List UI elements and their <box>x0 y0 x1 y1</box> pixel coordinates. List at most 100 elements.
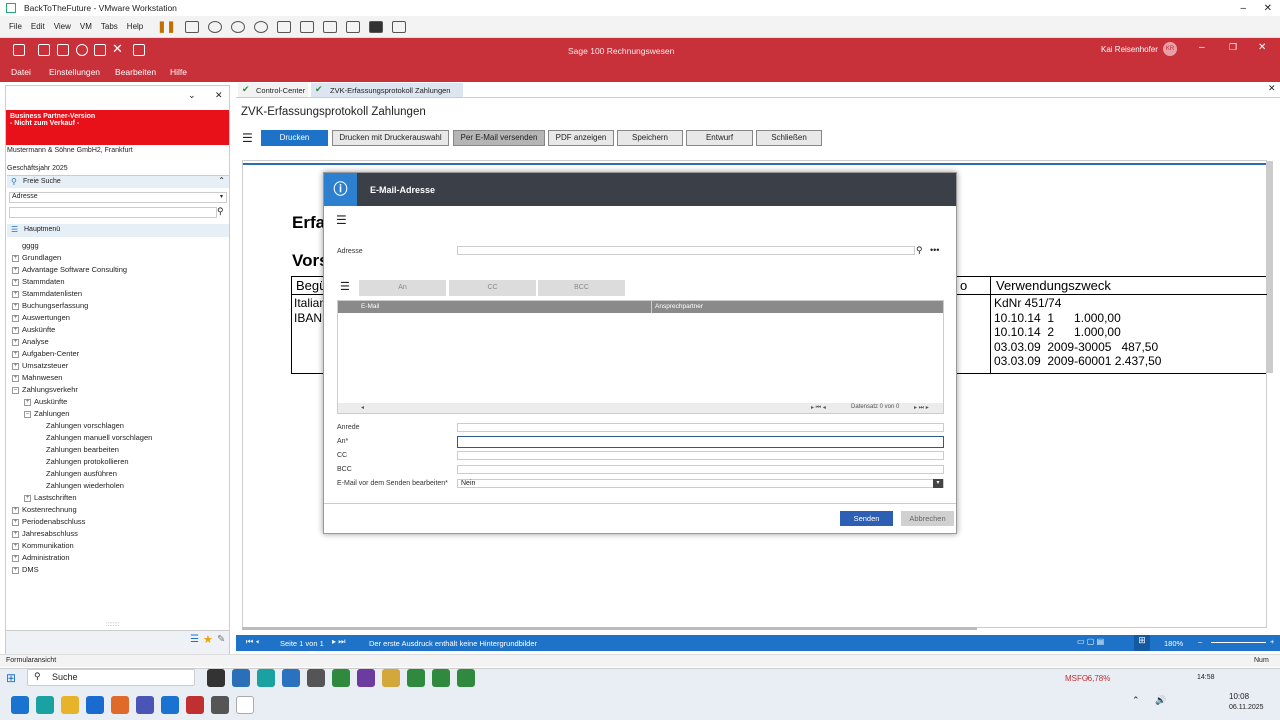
tab-cc[interactable]: CC <box>449 280 536 296</box>
tree-expand-icon[interactable]: + <box>12 555 19 562</box>
zoom-in-icon[interactable]: + <box>1270 637 1274 646</box>
tree-item[interactable]: Analyse <box>22 337 49 346</box>
stretch-icon[interactable] <box>391 20 406 33</box>
search-section-header[interactable]: ⚲ Freie Suche ⌃ <box>7 175 229 188</box>
tree-item[interactable]: Zahlungsverkehr <box>22 385 78 394</box>
tree-expand-icon[interactable]: + <box>12 507 19 514</box>
tree-expand-icon[interactable]: + <box>12 531 19 538</box>
tab-bcc[interactable]: BCC <box>538 280 625 296</box>
chevron-up-icon[interactable]: ⌃ <box>218 176 225 185</box>
horizontal-scrollbar[interactable] <box>242 627 977 630</box>
tree-expand-icon[interactable]: – <box>24 411 31 418</box>
tree-item[interactable]: Zahlungen ausführen <box>46 469 117 478</box>
edit-before-send-select[interactable]: Nein ▾ <box>457 479 944 488</box>
vs-icon[interactable] <box>357 669 375 687</box>
app-icon-4[interactable] <box>382 669 400 687</box>
unity-icon[interactable] <box>345 20 360 33</box>
next-page-icon[interactable]: ▸ ⏭ <box>332 637 345 647</box>
save-button[interactable]: Speichern <box>617 130 683 146</box>
settings-icon[interactable] <box>211 696 229 714</box>
close-all-icon[interactable]: ✕ <box>112 41 123 57</box>
tree-item[interactable]: Kommunikation <box>22 541 74 550</box>
sage-icon-3[interactable] <box>457 669 475 687</box>
tree-expand-icon[interactable]: + <box>12 279 19 286</box>
tree-item[interactable]: Zahlungen manuell vorschlagen <box>46 433 152 442</box>
tree-item[interactable]: Auswertungen <box>22 313 70 322</box>
edge-icon[interactable] <box>36 696 54 714</box>
tree-expand-icon[interactable]: + <box>12 519 19 526</box>
menu-tabs[interactable]: Tabs <box>101 22 118 31</box>
tree-expand-icon[interactable]: + <box>12 375 19 382</box>
col-email[interactable]: E-Mail <box>361 303 379 310</box>
tree-expand-icon[interactable]: + <box>12 267 19 274</box>
tree-item[interactable]: gggg <box>22 241 39 250</box>
sage-menu-hilfe[interactable]: Hilfe <box>170 67 187 77</box>
resize-handle[interactable]: :::::::: <box>106 622 119 628</box>
search-icon[interactable]: ⚲ <box>916 245 923 256</box>
avatar[interactable]: KR <box>1163 42 1177 56</box>
tree-item[interactable]: Stammdatenlisten <box>22 289 82 298</box>
sage-minimize[interactable]: – <box>1199 42 1205 53</box>
tree-item[interactable]: Advantage Software Consulting <box>22 265 127 274</box>
windows-icon[interactable] <box>11 696 29 714</box>
tree-item[interactable]: Buchungserfassung <box>22 301 88 310</box>
windows-start-icon[interactable]: ⊞ <box>6 671 16 685</box>
close-tab-icon[interactable]: ✕ <box>1268 83 1276 94</box>
tab-control-center[interactable]: ✔ Control-Center <box>238 83 308 97</box>
star-icon[interactable]: ★ <box>203 633 213 646</box>
tree-item[interactable]: Grundlagen <box>22 253 61 262</box>
zoom-slider[interactable] <box>1211 642 1266 643</box>
scroll-left-icon[interactable]: ◂ <box>361 404 364 411</box>
sage-icon-2[interactable] <box>432 669 450 687</box>
search-button-icon[interactable]: ⚲ <box>217 206 224 217</box>
tree-item[interactable]: Lastschriften <box>34 493 77 502</box>
tree-item[interactable]: Zahlungen wiederholen <box>46 481 124 490</box>
list-menu-icon[interactable]: ☰ <box>340 280 350 293</box>
outlook-icon[interactable] <box>232 669 250 687</box>
pager-nav-icons[interactable]: ▸ ⏮ ◂ <box>811 404 826 412</box>
tab-zvk-protocol[interactable]: ✔ ZVK-Erfassungsprotokoll Zahlungen <box>311 83 463 97</box>
tree-expand-icon[interactable]: + <box>12 303 19 310</box>
tree-expand-icon[interactable]: + <box>24 399 31 406</box>
an-input[interactable] <box>457 436 944 448</box>
tree-item[interactable]: Zahlungen vorschlagen <box>46 421 124 430</box>
tree-expand-icon[interactable]: + <box>12 351 19 358</box>
sage-maximize[interactable]: ❐ <box>1229 42 1237 53</box>
explorer-icon[interactable] <box>61 696 79 714</box>
close-icon[interactable]: ✕ <box>1264 3 1272 14</box>
snapshot-icon[interactable] <box>207 20 222 33</box>
taskbar-search[interactable]: ⚲ Suche <box>27 669 195 686</box>
tree-item[interactable]: Aufgaben-Center <box>22 349 79 358</box>
tree-item[interactable]: Jahresabschluss <box>22 529 78 538</box>
tree-expand-icon[interactable]: + <box>12 339 19 346</box>
vmware-icon[interactable] <box>161 696 179 714</box>
tree-item[interactable]: Zahlungen bearbeiten <box>46 445 119 454</box>
tree-expand-icon[interactable]: + <box>12 291 19 298</box>
tree-expand-icon[interactable]: + <box>12 567 19 574</box>
more-icon[interactable]: ••• <box>930 245 939 255</box>
tree-item[interactable]: Auskünfte <box>22 325 55 334</box>
fullscreen-icon[interactable] <box>322 20 337 33</box>
search-input[interactable] <box>9 207 217 218</box>
bcc-input[interactable] <box>457 465 944 474</box>
tree-item[interactable]: Auskünfte <box>34 397 67 406</box>
print-select-button[interactable]: Drucken mit Druckerauswahl <box>332 130 449 146</box>
sage-logo-icon[interactable] <box>13 44 25 56</box>
list-icon[interactable]: ☰ <box>190 634 199 645</box>
tray-icons[interactable]: 🔊 <box>1155 695 1166 706</box>
anrede-input[interactable] <box>457 423 944 432</box>
tree-item[interactable]: Periodenabschluss <box>22 517 85 526</box>
firefox-icon[interactable] <box>111 696 129 714</box>
tree-item[interactable]: DMS <box>22 565 39 574</box>
layout-icon[interactable] <box>133 44 145 56</box>
tree-expand-icon[interactable]: + <box>24 495 31 502</box>
tree-item[interactable]: Zahlungen <box>34 409 69 418</box>
print-button[interactable]: Drucken <box>261 130 328 146</box>
taskview-icon[interactable] <box>207 669 225 687</box>
tree-item[interactable]: Administration <box>22 553 70 562</box>
cc-input[interactable] <box>457 451 944 460</box>
revert-icon[interactable] <box>230 20 245 33</box>
calculator-icon[interactable] <box>38 44 50 56</box>
teams-icon[interactable] <box>136 696 154 714</box>
edge-icon[interactable] <box>257 669 275 687</box>
